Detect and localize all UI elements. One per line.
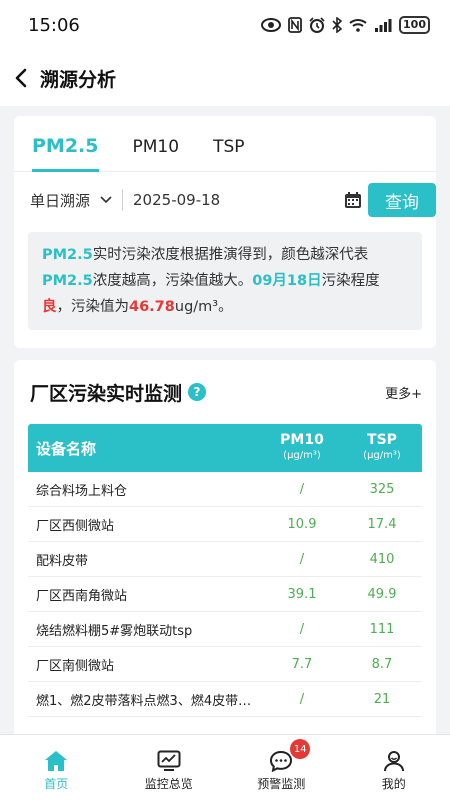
page-title: 溯源分析 — [40, 68, 117, 91]
bottom-tab-bar: 首页 监控总览 14 预警监测 我的 — [0, 734, 450, 800]
chevron-left-icon — [15, 68, 27, 88]
device-name: 燃1、燃2皮带落料点燃3、燃4皮带受… — [36, 693, 262, 709]
header-pm10: PM10 (μg/m³) — [262, 432, 342, 464]
device-name: 厂区西南角微站 — [36, 588, 128, 604]
device-name: 配料皮带 — [36, 553, 89, 569]
table-row[interactable]: 厂区西侧微站 10.9 17.4 — [28, 507, 422, 542]
pm10-value: / — [299, 481, 305, 497]
tsp-value: 17.4 — [367, 516, 397, 532]
table-row[interactable]: 综合料场上料仓 / 325 — [28, 472, 422, 507]
info-text-3: 污染程度 — [321, 273, 380, 289]
device-name: 综合料场上料仓 — [36, 483, 128, 499]
filter-divider — [122, 189, 124, 211]
header-tsp-unit: (μg/m³) — [363, 450, 401, 461]
header-device-name: 设备名称 — [36, 439, 97, 458]
eye-icon — [261, 18, 282, 32]
message-icon — [270, 750, 293, 772]
user-icon — [383, 751, 404, 772]
home-icon — [45, 751, 68, 771]
tab-home[interactable]: 首页 — [0, 735, 113, 800]
source-analysis-card: PM2.5 PM10 TSP 单日溯源 2025-09-18 查询 PM2.5实… — [14, 116, 436, 348]
tab-mine-label: 我的 — [381, 777, 406, 791]
calendar-icon[interactable] — [344, 191, 362, 209]
mode-select[interactable]: 单日溯源 — [30, 190, 112, 211]
tab-pm25[interactable]: PM2.5 — [32, 135, 99, 172]
table-row[interactable]: 厂区南侧微站 7.7 8.7 — [28, 647, 422, 682]
alarm-icon — [309, 17, 325, 33]
tab-alerts[interactable]: 14 预警监测 — [225, 735, 338, 800]
pm10-value: 39.1 — [287, 586, 317, 602]
info-value: 46.78 — [129, 299, 175, 315]
pm10-value: / — [299, 691, 305, 707]
header-tsp: TSP (μg/m³) — [342, 432, 422, 464]
pm10-value: / — [299, 621, 305, 637]
pollution-info: PM2.5实时污染浓度根据推演得到，颜色越深代表PM2.5浓度越高，污染值越大。… — [28, 232, 422, 330]
section-header: 厂区污染实时监测 ? 更多+ — [14, 360, 436, 424]
nav-bar: 溯源分析 — [0, 50, 450, 106]
tab-overview[interactable]: 监控总览 — [113, 735, 226, 800]
table-row[interactable]: 配料皮带 / 410 — [28, 542, 422, 577]
status-bar: 15:06 100 — [0, 0, 450, 50]
status-icons: 100 — [261, 16, 430, 34]
table-header: 设备名称 PM10 (μg/m³) TSP (μg/m³) — [28, 424, 422, 472]
mode-select-value: 单日溯源 — [30, 191, 91, 210]
pm10-value: / — [299, 551, 305, 567]
bluetooth-icon — [332, 17, 343, 33]
info-date: 09月18日 — [252, 273, 322, 289]
info-pollutant-2: PM2.5 — [42, 273, 93, 289]
nfc-icon — [288, 17, 302, 33]
table-row[interactable]: 厂区西南角微站 39.1 49.9 — [28, 577, 422, 612]
signal-icon — [375, 19, 392, 32]
battery-indicator: 100 — [399, 16, 430, 34]
monitor-table: 设备名称 PM10 (μg/m³) TSP (μg/m³) 综合料场上料仓 / 32… — [28, 424, 422, 717]
realtime-monitor-card: 厂区污染实时监测 ? 更多+ 设备名称 PM10 (μg/m³) TSP (μg/m… — [14, 360, 436, 757]
pm10-value: 7.7 — [291, 656, 313, 672]
tsp-value: 21 — [373, 691, 391, 707]
wifi-icon — [349, 19, 367, 32]
device-name: 烧结燃料棚5#雾炮联动tsp — [36, 623, 193, 639]
section-title: 厂区污染实时监测 — [30, 382, 183, 405]
header-pm10-label: PM10 — [280, 432, 324, 448]
back-button[interactable] — [14, 66, 34, 90]
tsp-value: 111 — [369, 621, 395, 637]
info-unit: ug/m³。 — [174, 299, 233, 315]
tsp-value: 325 — [369, 481, 395, 497]
info-text-1: 实时污染浓度根据推演得到，颜色越深代表 — [92, 247, 369, 263]
device-name: 厂区南侧微站 — [36, 658, 115, 674]
tsp-value: 8.7 — [371, 656, 393, 672]
tab-home-label: 首页 — [44, 777, 69, 791]
tab-overview-label: 监控总览 — [144, 777, 193, 791]
table-row[interactable]: 烧结燃料棚5#雾炮联动tsp / 111 — [28, 612, 422, 647]
status-time: 15:06 — [28, 14, 80, 36]
tsp-value: 49.9 — [367, 586, 397, 602]
info-text-4: ，污染值为 — [56, 299, 130, 315]
date-field[interactable]: 2025-09-18 — [133, 191, 344, 209]
tab-tsp[interactable]: TSP — [213, 137, 244, 171]
info-level: 良 — [42, 299, 57, 315]
info-text-2: 浓度越高，污染值越大。 — [92, 273, 253, 289]
query-button[interactable]: 查询 — [368, 183, 436, 217]
device-name: 厂区西侧微站 — [36, 518, 115, 534]
help-icon[interactable]: ? — [188, 383, 207, 401]
tsp-value: 410 — [369, 551, 395, 567]
header-tsp-label: TSP — [367, 432, 397, 448]
pollutant-tabs: PM2.5 PM10 TSP — [14, 116, 436, 172]
alerts-badge: 14 — [290, 739, 311, 759]
info-pollutant: PM2.5 — [42, 247, 93, 263]
more-link[interactable]: 更多+ — [385, 383, 422, 402]
pm10-value: 10.9 — [287, 516, 317, 532]
header-pm10-unit: (μg/m³) — [283, 450, 321, 461]
tab-alerts-label: 预警监测 — [257, 777, 306, 791]
monitor-chart-icon — [157, 750, 181, 771]
tab-mine[interactable]: 我的 — [338, 735, 450, 800]
table-row[interactable]: 燃1、燃2皮带落料点燃3、燃4皮带受… / 21 — [28, 682, 422, 717]
chevron-down-icon — [100, 196, 112, 204]
filter-row: 单日溯源 2025-09-18 查询 — [14, 172, 436, 228]
tab-pm10[interactable]: PM10 — [133, 137, 180, 171]
